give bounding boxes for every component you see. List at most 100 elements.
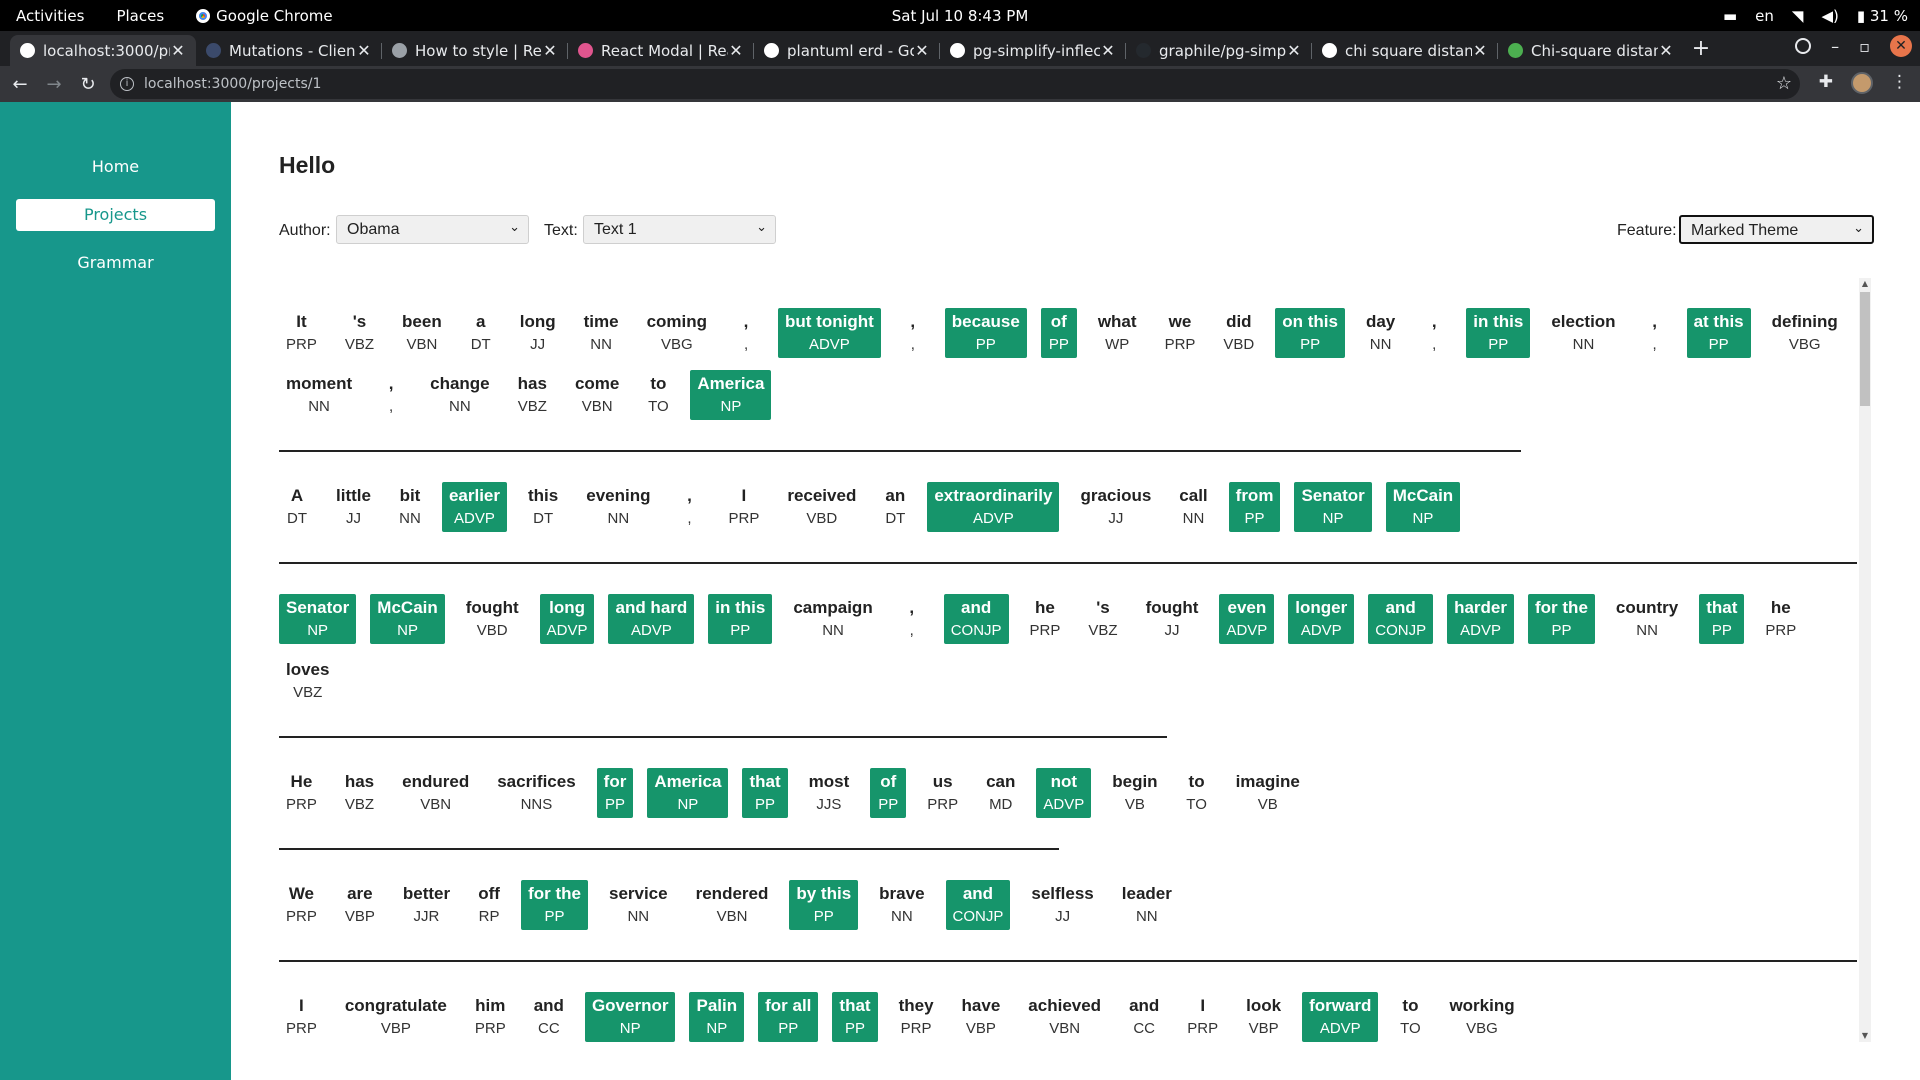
chrome-menu-icon[interactable]: ⋮ — [1891, 72, 1908, 94]
marked-token[interactable]: on this PP — [1275, 308, 1345, 358]
token[interactable]: has VBZ — [511, 370, 554, 420]
token[interactable]: time NN — [577, 308, 626, 358]
site-info-icon[interactable]: i — [120, 77, 134, 91]
marked-token[interactable]: Senator NP — [1294, 482, 1372, 532]
marked-token[interactable]: because PP — [944, 308, 1027, 358]
browser-tab[interactable]: graphile/pg-simplify✕ — [1126, 35, 1312, 66]
token[interactable]: ,, — [671, 482, 707, 532]
marked-token[interactable]: earlier ADVP — [441, 482, 507, 532]
token[interactable]: fought JJ — [1139, 594, 1206, 644]
browser-tab[interactable]: plantuml erd - Google✕ — [754, 35, 940, 66]
app-menu[interactable]: Google Chrome — [180, 7, 349, 25]
marked-token[interactable]: of PP — [1040, 308, 1077, 358]
token[interactable]: to TO — [640, 370, 676, 420]
scrollbar-thumb[interactable] — [1860, 292, 1870, 406]
token[interactable]: come VBN — [568, 370, 626, 420]
token[interactable]: he PRP — [1023, 594, 1068, 644]
token[interactable]: loves VBZ — [279, 656, 336, 706]
marked-token[interactable]: that PP — [1699, 594, 1745, 644]
token[interactable]: off RP — [471, 880, 507, 930]
marked-token[interactable]: for PP — [596, 768, 634, 818]
scrollbar[interactable]: ▲ ▼ — [1859, 278, 1871, 1042]
close-tab-icon[interactable]: ✕ — [1100, 41, 1116, 60]
marked-token[interactable]: for the PP — [521, 880, 588, 930]
token[interactable]: I PRP — [721, 482, 766, 532]
token[interactable]: ,, — [1637, 308, 1673, 358]
marked-token[interactable]: and CONJP — [945, 880, 1011, 930]
token[interactable]: A DT — [279, 482, 315, 532]
browser-tab[interactable]: chi square distance✕ — [1312, 35, 1498, 66]
back-button[interactable]: ← — [6, 74, 34, 95]
author-select[interactable]: Obama ⌄ — [336, 215, 529, 244]
token[interactable]: to TO — [1392, 992, 1428, 1042]
close-tab-icon[interactable]: ✕ — [1286, 41, 1302, 60]
browser-tab[interactable]: How to style | React✕ — [382, 35, 568, 66]
scroll-up-icon[interactable]: ▲ — [1859, 278, 1871, 290]
scroll-down-icon[interactable]: ▼ — [1859, 1030, 1871, 1042]
address-bar[interactable]: i localhost:3000/projects/1 ☆ — [110, 69, 1800, 99]
token[interactable]: did VBD — [1216, 308, 1261, 358]
token[interactable]: ,, — [373, 370, 409, 420]
marked-token[interactable]: America NP — [647, 768, 729, 818]
token[interactable]: has VBZ — [338, 768, 381, 818]
marked-token[interactable]: in this PP — [1466, 308, 1531, 358]
token[interactable]: 's VBZ — [338, 308, 381, 358]
token[interactable]: received VBD — [780, 482, 863, 532]
close-tab-icon[interactable]: ✕ — [356, 41, 372, 60]
close-tab-icon[interactable]: ✕ — [1658, 41, 1674, 60]
marked-token[interactable]: McCain NP — [1385, 482, 1461, 532]
token[interactable]: imagine VB — [1229, 768, 1307, 818]
sentence-list[interactable]: It PRP 's VBZ been VBN a DT long JJ time NN coming VB… — [279, 278, 1859, 1042]
marked-token[interactable]: long ADVP — [539, 594, 595, 644]
token[interactable]: bit NN — [392, 482, 428, 532]
minimize-button[interactable]: – — [1831, 37, 1839, 56]
token[interactable]: achieved VBN — [1021, 992, 1108, 1042]
token[interactable]: sacrifices NNS — [490, 768, 582, 818]
marked-token[interactable]: for the PP — [1528, 594, 1595, 644]
token[interactable]: he PRP — [1758, 594, 1803, 644]
marked-token[interactable]: from PP — [1228, 482, 1281, 532]
token[interactable]: service NN — [602, 880, 675, 930]
token[interactable]: leader NN — [1115, 880, 1179, 930]
bookmark-star-icon[interactable]: ☆ — [1776, 73, 1792, 94]
token[interactable]: to TO — [1179, 768, 1215, 818]
token[interactable]: country NN — [1609, 594, 1685, 644]
marked-token[interactable]: at this PP — [1686, 308, 1751, 358]
close-tab-icon[interactable]: ✕ — [1472, 41, 1488, 60]
token[interactable]: congratulate VBP — [338, 992, 454, 1042]
marked-token[interactable]: but tonight ADVP — [778, 308, 881, 358]
token[interactable]: we PRP — [1158, 308, 1203, 358]
token[interactable]: change NN — [423, 370, 497, 420]
marked-token[interactable]: harder ADVP — [1447, 594, 1515, 644]
sidebar-item-projects[interactable]: Projects — [16, 199, 215, 231]
token[interactable]: ,, — [894, 594, 930, 644]
token[interactable]: We PRP — [279, 880, 324, 930]
marked-token[interactable]: in this PP — [708, 594, 773, 644]
token[interactable]: what WP — [1091, 308, 1144, 358]
browser-tab[interactable]: React Modal | React✕ — [568, 35, 754, 66]
token[interactable]: coming VBG — [640, 308, 714, 358]
token[interactable]: are VBP — [338, 880, 382, 930]
feature-select[interactable]: Marked Theme ⌄ — [1679, 215, 1874, 244]
text-select[interactable]: Text 1 ⌄ — [583, 215, 776, 244]
clock[interactable]: Sat Jul 10 8:43 PM — [892, 7, 1029, 25]
marked-token[interactable]: and CONJP — [1368, 594, 1434, 644]
token[interactable]: I PRP — [1180, 992, 1225, 1042]
marked-token[interactable]: of PP — [870, 768, 907, 818]
token[interactable]: long JJ — [513, 308, 563, 358]
token[interactable]: rendered VBN — [689, 880, 776, 930]
marked-token[interactable]: that PP — [832, 992, 878, 1042]
close-tab-icon[interactable]: ✕ — [170, 41, 186, 60]
token[interactable]: day NN — [1359, 308, 1402, 358]
close-tab-icon[interactable]: ✕ — [728, 41, 744, 60]
token[interactable]: ,, — [728, 308, 764, 358]
token[interactable]: call NN — [1172, 482, 1214, 532]
token[interactable]: better JJR — [396, 880, 457, 930]
marked-token[interactable]: Senator NP — [279, 594, 357, 644]
marked-token[interactable]: longer ADVP — [1288, 594, 1355, 644]
marked-token[interactable]: extraordinarily ADVP — [927, 482, 1060, 532]
new-tab-button[interactable]: + — [1684, 35, 1718, 66]
token[interactable]: 's VBZ — [1081, 594, 1124, 644]
token[interactable]: brave NN — [872, 880, 931, 930]
token[interactable]: It PRP — [279, 308, 324, 358]
